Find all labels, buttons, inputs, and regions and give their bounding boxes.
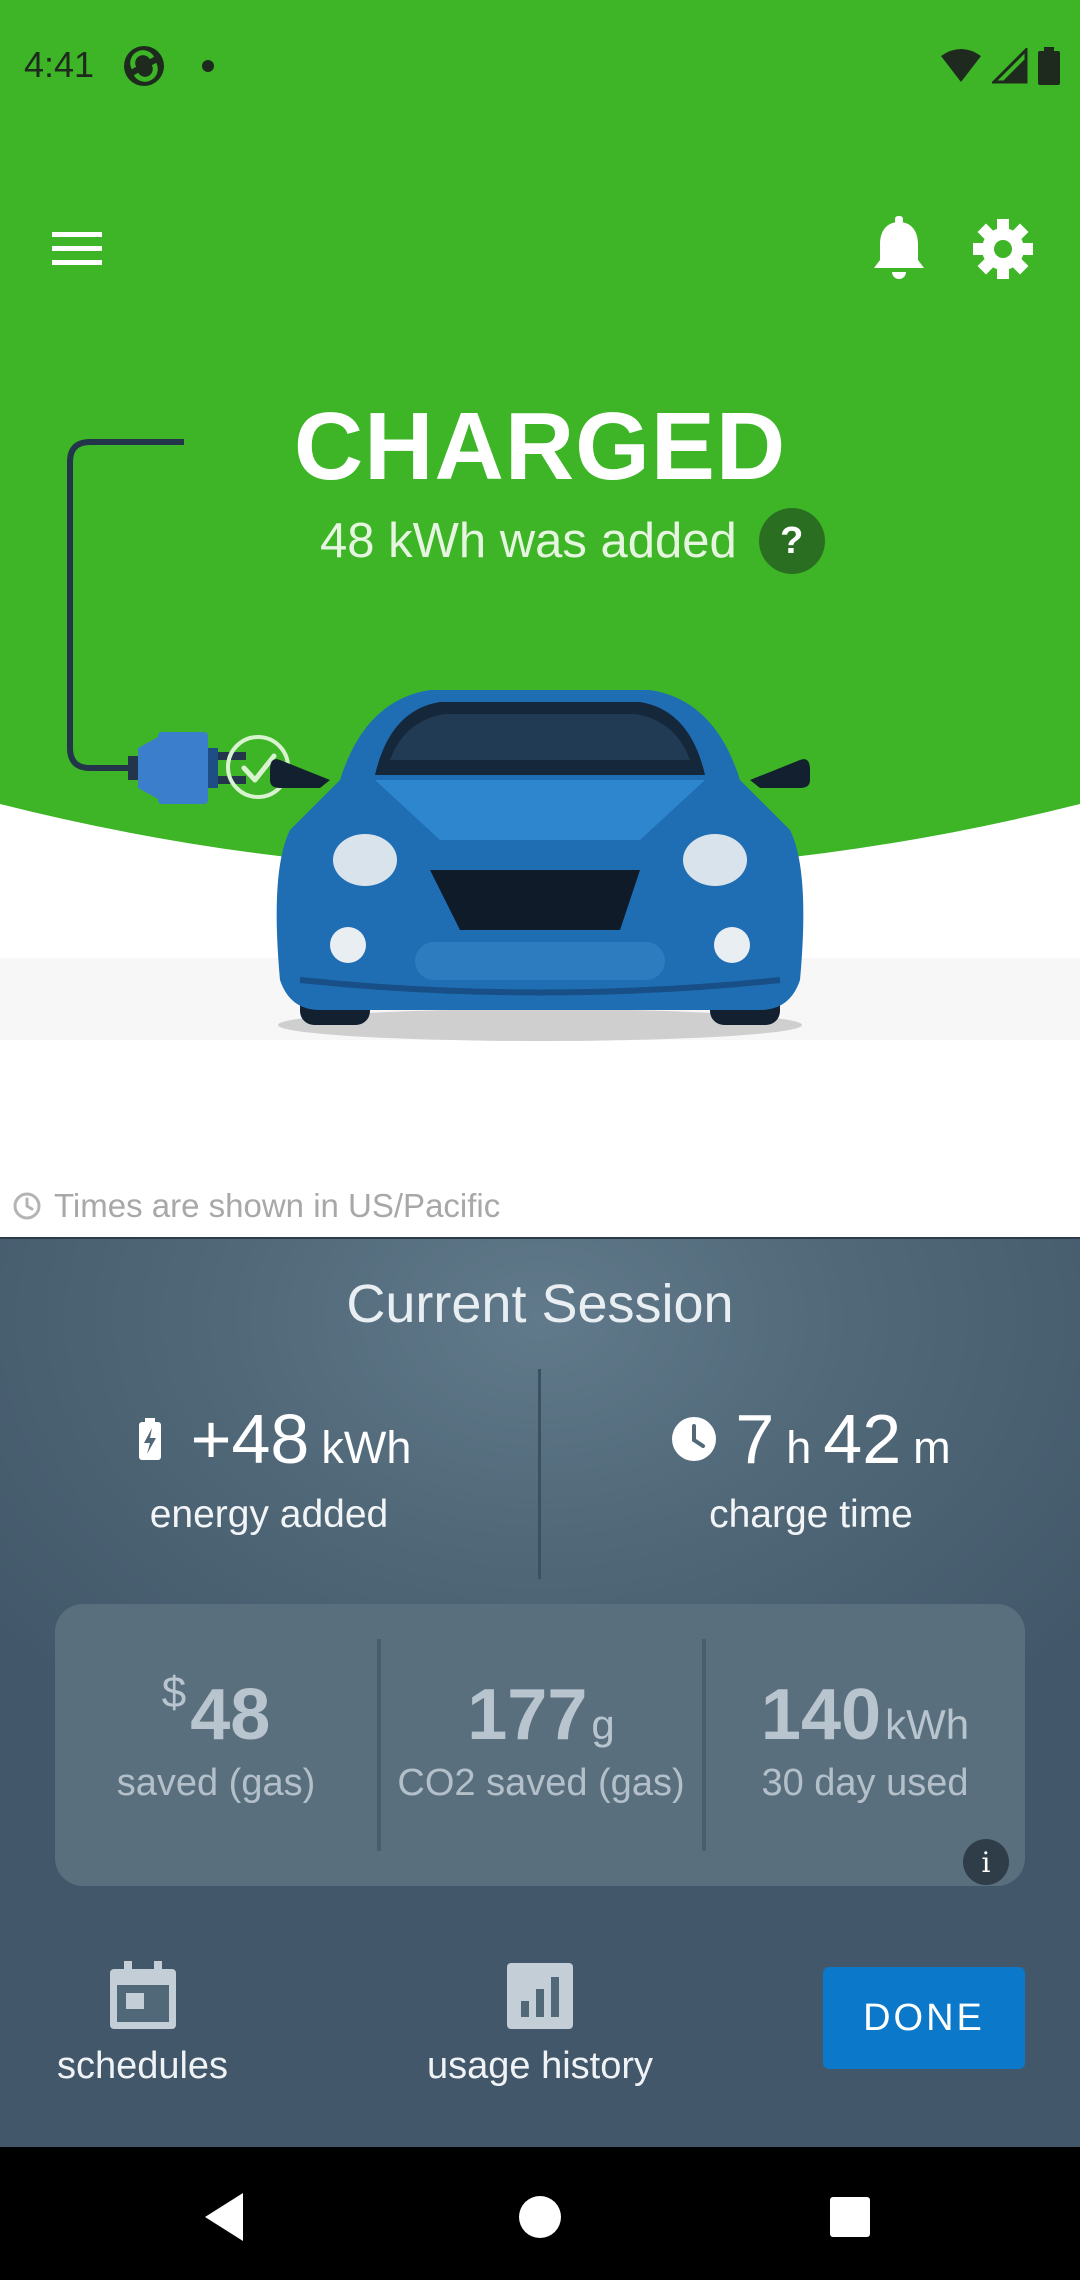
money-saved-value: 48 [190,1675,271,1755]
thirty-day-used-value: 140 [760,1675,882,1755]
done-button[interactable]: DONE [823,1967,1025,2069]
session-title: Current Session [346,1274,734,1334]
energy-added-stat: +48 kWh energy added [0,1399,538,1537]
dot-icon [202,60,214,72]
info-button[interactable]: i [963,1839,1009,1885]
bell-icon[interactable] [866,214,932,284]
car-illustration [270,690,810,1041]
status-bar: 4:41 [0,0,1080,130]
co2-saved-label: CO2 saved (gas) [397,1762,685,1804]
current-session-panel: Current Session +48 kWh energy added 7 h… [0,1237,1080,2147]
savings-card: $ 48 saved (gas) 177 g CO2 saved (gas) 1… [55,1604,1025,1886]
timezone-note: Times are shown in US/Pacific [12,1184,500,1228]
clock-icon [672,1417,717,1461]
schedules-button[interactable]: schedules [30,1959,255,2088]
status-time: 4:41 [24,44,95,85]
charge-time-label: charge time [709,1493,913,1536]
usage-history-label: usage history [426,2045,653,2087]
usage-history-button[interactable]: usage history [400,1959,680,2088]
timezone-text: Times are shown in US/Pacific [54,1187,501,1224]
energy-added-label: energy added [149,1493,389,1536]
charge-hours-unit: h [786,1422,812,1473]
battery-charging-icon [138,1418,161,1460]
co2-saved-unit: g [591,1701,615,1748]
co2-saved-value: 177 [467,1675,588,1755]
charge-hours-value: 7 [735,1400,775,1478]
help-button[interactable]: ? [758,508,825,574]
signal-icon [992,48,1028,84]
wifi-icon [941,49,981,82]
charge-time-stat: 7 h 42 m charge time [541,1399,1080,1537]
battery-icon [1038,47,1060,85]
hero-section: 4:41 CHARGED 48 kWh was added ? [0,0,1080,1041]
schedules-label: schedules [56,2045,229,2087]
recents-icon[interactable] [810,2177,890,2257]
thirty-day-used-unit: kWh [885,1701,970,1748]
app-notification-icon [124,46,164,86]
bar-chart-icon [507,1963,573,2029]
gear-icon[interactable] [970,214,1036,284]
energy-added-value: +48 [190,1400,310,1478]
home-icon[interactable] [500,2177,580,2257]
hamburger-menu-icon[interactable] [46,222,108,276]
energy-added-unit: kWh [321,1422,412,1473]
clock-icon [13,1192,41,1220]
calendar-icon [109,1961,176,2029]
status-icons [940,44,1060,88]
charge-minutes-unit: m [913,1422,951,1473]
money-saved-currency: $ [161,1668,187,1717]
energy-added-line: 48 kWh was added ? [320,508,825,574]
thirty-day-used-label: 30 day used [761,1762,969,1804]
money-saved-stat: $ 48 saved (gas) [55,1604,377,1886]
energy-added-text: 48 kWh was added [320,514,737,568]
charge-minutes-value: 42 [823,1400,902,1478]
back-icon[interactable] [185,2177,265,2257]
money-saved-label: saved (gas) [116,1762,316,1804]
co2-saved-stat: 177 g CO2 saved (gas) [380,1604,702,1886]
plug-illustration [67,439,290,804]
system-nav-bar [0,2147,1080,2280]
